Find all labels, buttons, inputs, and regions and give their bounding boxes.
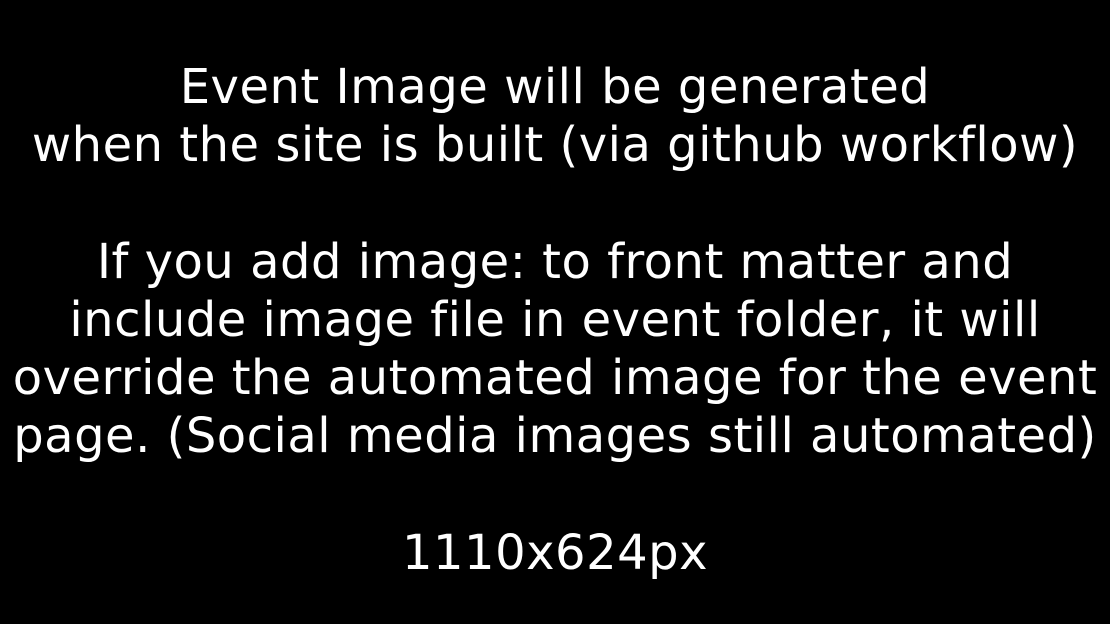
note-line-1: If you add image: to front matter and <box>96 234 1014 290</box>
heading-line-1: Event Image will be generated <box>179 59 931 115</box>
note-line-3: override the automated image for the eve… <box>12 350 1098 406</box>
dimensions-label: 1110x624px <box>401 525 709 581</box>
note-line-2: include image file in event folder, it w… <box>69 292 1041 348</box>
placeholder-image: Event Image will be generated when the s… <box>0 0 1110 624</box>
heading-line-2: when the site is built (via github workf… <box>31 117 1079 173</box>
note-line-4: page. (Social media images still automat… <box>13 408 1097 464</box>
